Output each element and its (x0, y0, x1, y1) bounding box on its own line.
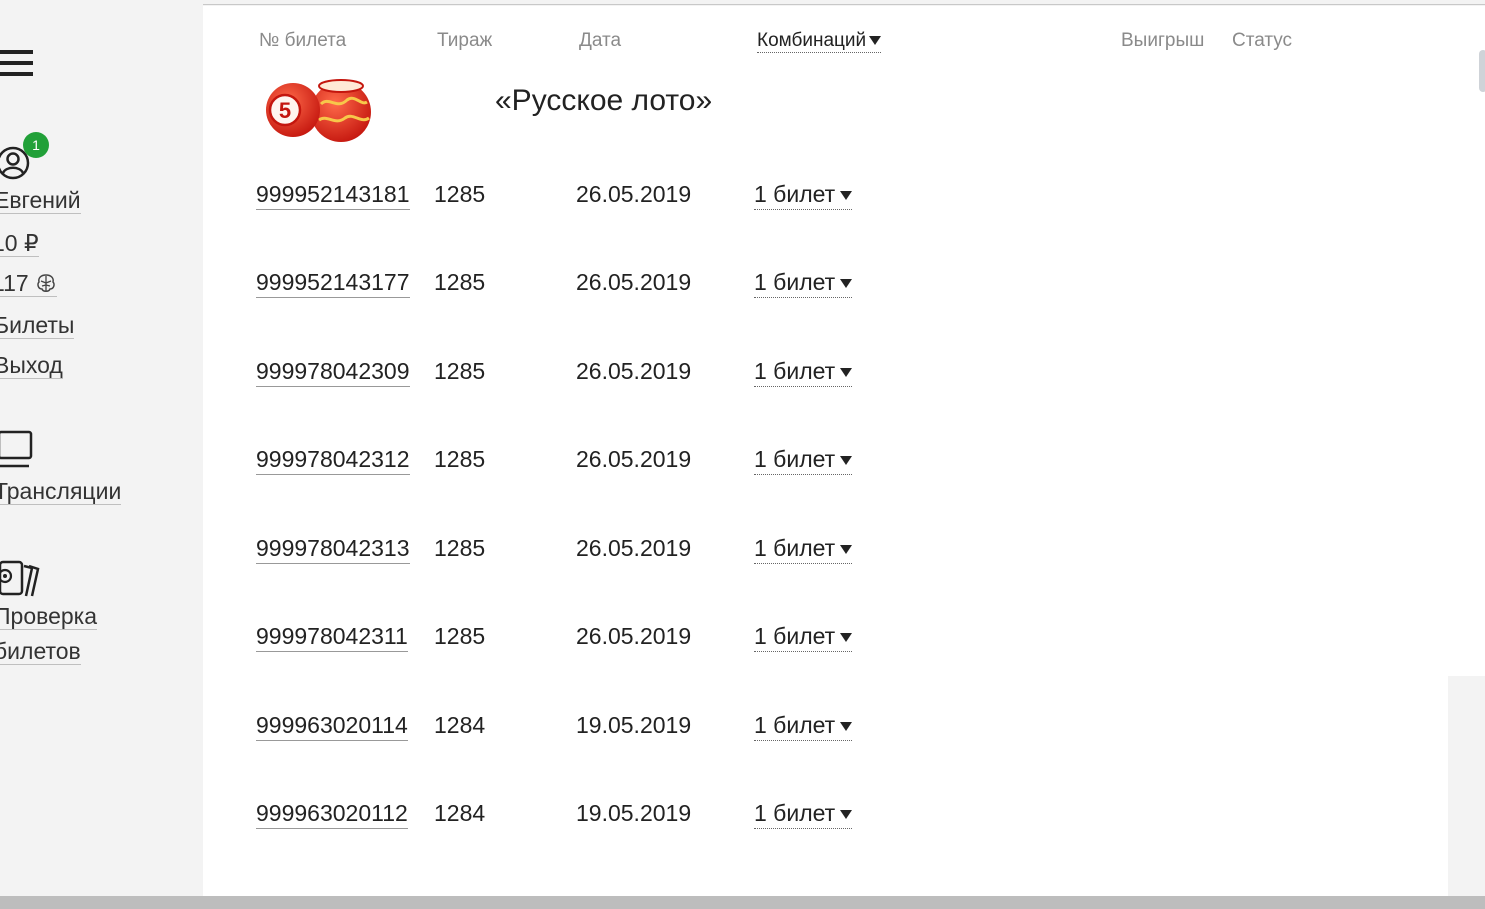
draw-date: 26.05.2019 (576, 358, 692, 384)
logo-number: 5 (279, 98, 291, 123)
draw-date: 26.05.2019 (576, 535, 692, 561)
header-combinations-label: Комбинаций (757, 30, 867, 51)
brain-icon (37, 274, 55, 292)
ticket-check-icon[interactable] (0, 558, 42, 600)
table-row: 999978042309 1285 26.05.2019 1 билет (203, 356, 1448, 396)
chevron-down-icon (840, 279, 853, 289)
chevron-down-icon (840, 191, 853, 201)
bonus-value: 117 (0, 270, 29, 296)
viewport: 1 Евгений 10 ₽ 117 Билеты Выход Трансляц… (0, 0, 1485, 909)
draw-number: 1285 (434, 446, 486, 472)
header-ticket-no: № билета (259, 30, 347, 51)
right-gutter-lower (1448, 676, 1485, 896)
game-title: «Русское лото» (495, 84, 713, 117)
combinations-dropdown[interactable]: 1 билет (754, 710, 853, 741)
draw-date: 19.05.2019 (576, 800, 692, 826)
combinations-label: 1 билет (754, 269, 836, 295)
chevron-down-icon (840, 810, 853, 820)
ticket-number-link[interactable]: 999963020114 (256, 710, 408, 741)
table-row: 999978042313 1285 26.05.2019 1 билет (203, 533, 1448, 573)
notification-badge[interactable]: 1 (23, 132, 49, 158)
chevron-down-icon (869, 36, 882, 46)
draw-date: 26.05.2019 (576, 446, 692, 472)
ticket-number-link[interactable]: 999978042311 (256, 621, 408, 652)
header-status: Статус (1232, 30, 1293, 51)
combinations-dropdown[interactable]: 1 билет (754, 621, 853, 652)
ticket-number-link[interactable]: 999952143181 (256, 179, 410, 210)
draw-number: 1285 (434, 535, 486, 561)
chevron-down-icon (840, 722, 853, 732)
draw-number: 1285 (434, 181, 486, 207)
logout-link[interactable]: Выход (0, 353, 63, 379)
draw-date: 26.05.2019 (576, 269, 692, 295)
combinations-dropdown[interactable]: 1 билет (754, 267, 853, 298)
header-draw: Тираж (437, 30, 493, 51)
chevron-down-icon (840, 456, 853, 466)
tv-icon[interactable] (0, 430, 35, 470)
combinations-label: 1 билет (754, 712, 836, 738)
header-date: Дата (579, 30, 622, 51)
ticket-number-link[interactable]: 999952143177 (256, 267, 410, 298)
combinations-label: 1 билет (754, 446, 836, 472)
combinations-dropdown[interactable]: 1 билет (754, 798, 853, 829)
combinations-dropdown[interactable]: 1 билет (754, 444, 853, 475)
draw-date: 19.05.2019 (576, 712, 692, 738)
check-tickets-link-line2[interactable]: билетов (0, 639, 81, 665)
tickets-link[interactable]: Билеты (0, 313, 75, 339)
tickets-table: № билета Тираж Дата Комбинаций Выигрыш С… (203, 6, 1448, 896)
combinations-label: 1 билет (754, 623, 836, 649)
hamburger-line (0, 72, 33, 76)
table-row: 999952143177 1285 26.05.2019 1 билет (203, 267, 1448, 307)
hamburger-icon (0, 50, 33, 54)
draw-number: 1285 (434, 358, 486, 384)
table-row: 999963020112 1284 19.05.2019 1 билет (203, 798, 1448, 838)
horizontal-scrollbar[interactable] (0, 896, 1485, 909)
draw-number: 1284 (434, 712, 486, 738)
broadcasts-link[interactable]: Трансляции (0, 479, 122, 505)
ticket-number-link[interactable]: 999978042313 (256, 533, 410, 564)
combinations-dropdown[interactable]: 1 билет (754, 356, 853, 387)
lotto-barrels-logo: 5 (266, 79, 371, 142)
chevron-down-icon (840, 633, 853, 643)
combinations-label: 1 билет (754, 181, 836, 207)
table-row: 999978042311 1285 26.05.2019 1 билет (203, 621, 1448, 661)
hamburger-line (0, 61, 33, 65)
combinations-dropdown[interactable]: 1 билет (754, 533, 853, 564)
right-gutter (1448, 6, 1485, 676)
draw-date: 26.05.2019 (576, 623, 692, 649)
chevron-down-icon (840, 545, 853, 555)
ticket-number-link[interactable]: 999978042312 (256, 444, 410, 475)
top-divider (203, 4, 1485, 5)
bonus-link[interactable]: 117 (0, 270, 58, 297)
check-tickets-link-line1[interactable]: Проверка (0, 604, 98, 630)
combinations-label: 1 билет (754, 358, 836, 384)
header-combinations-sort[interactable]: Комбинаций (757, 30, 882, 53)
draw-date: 26.05.2019 (576, 181, 692, 207)
combinations-dropdown[interactable]: 1 билет (754, 179, 853, 210)
draw-number: 1284 (434, 800, 486, 826)
table-row: 999952143181 1285 26.05.2019 1 билет (203, 179, 1448, 219)
draw-number: 1285 (434, 623, 486, 649)
chevron-down-icon (840, 368, 853, 378)
vertical-scrollbar-thumb[interactable] (1479, 50, 1485, 92)
hamburger-menu-button[interactable] (0, 50, 34, 78)
user-name-link[interactable]: Евгений (0, 188, 81, 214)
header-win: Выигрыш (1121, 30, 1205, 51)
table-row: 999978042312 1285 26.05.2019 1 билет (203, 444, 1448, 484)
ticket-number-link[interactable]: 999963020112 (256, 798, 408, 829)
draw-number: 1285 (434, 269, 486, 295)
combinations-label: 1 билет (754, 535, 836, 561)
sidebar: 1 Евгений 10 ₽ 117 Билеты Выход Трансляц… (0, 0, 203, 909)
ticket-number-link[interactable]: 999978042309 (256, 356, 410, 387)
table-row: 999963020114 1284 19.05.2019 1 билет (203, 710, 1448, 750)
combinations-label: 1 билет (754, 800, 836, 826)
balance-link[interactable]: 10 ₽ (0, 231, 39, 257)
